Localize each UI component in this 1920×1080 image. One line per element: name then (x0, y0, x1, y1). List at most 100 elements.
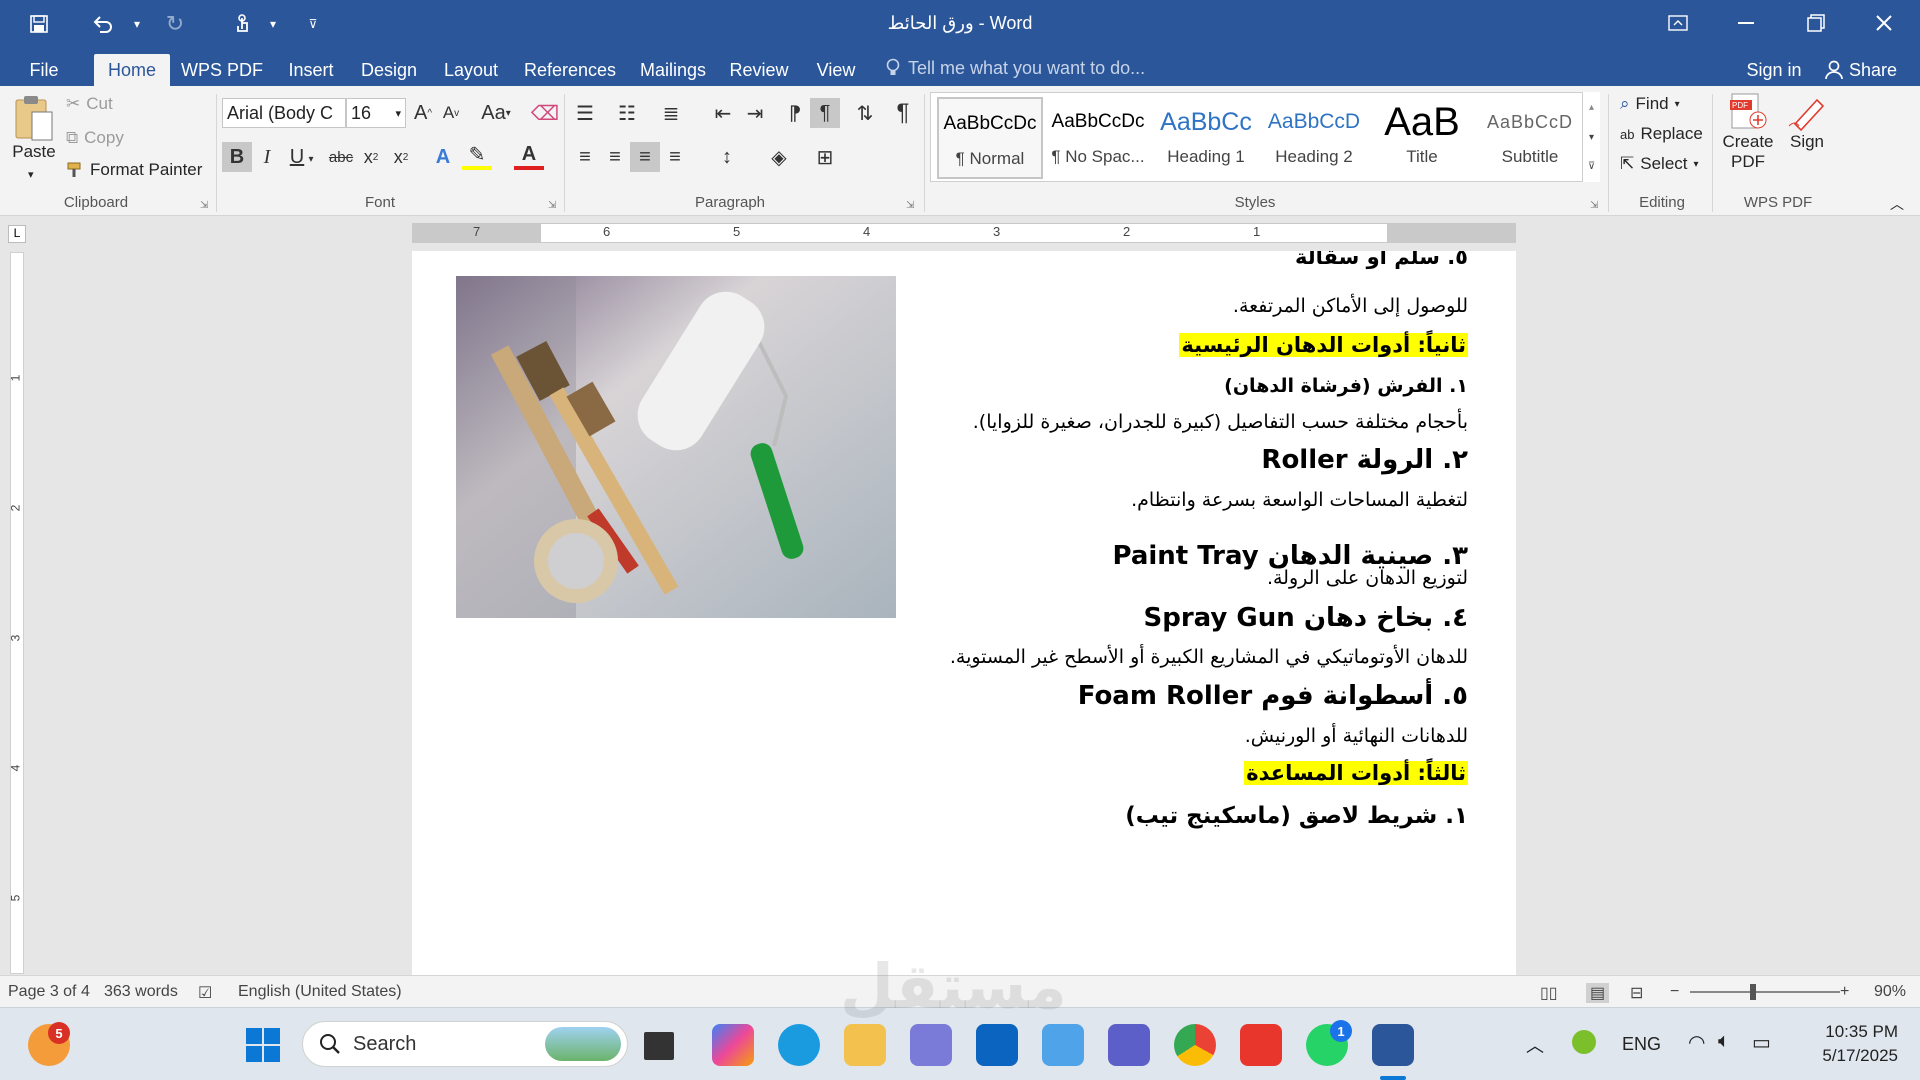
style-heading-1[interactable]: AaBbCc Heading 1 (1153, 97, 1259, 179)
file-explorer-icon[interactable] (844, 1024, 886, 1066)
clock-time[interactable]: 10:35 PM (1812, 1022, 1898, 1042)
volume-icon[interactable]: 🔈︎ (1718, 1030, 1730, 1053)
zoom-slider[interactable] (1690, 991, 1840, 993)
tab-review[interactable]: Review (726, 54, 792, 86)
format-painter-button[interactable]: Format Painter (66, 160, 202, 180)
input-language[interactable]: ENG (1622, 1034, 1661, 1055)
customize-quick-access-icon[interactable]: ⊽ (296, 8, 330, 40)
proofing-icon[interactable]: ☑ (198, 983, 212, 1003)
read-mode-icon[interactable]: ▯▯ (1540, 983, 1558, 1003)
style-normal[interactable]: AaBbCcDc ¶ Normal (937, 97, 1043, 179)
clipboard-launcher-icon[interactable]: ⇲ (200, 200, 208, 211)
align-left-icon[interactable]: ≡ (570, 142, 600, 172)
tab-view[interactable]: View (806, 54, 866, 86)
cut-button[interactable]: ✂ Cut (66, 94, 113, 114)
highlight-color-icon[interactable]: ✎ (462, 142, 492, 170)
change-case-button[interactable]: Aa ▾ (476, 98, 516, 128)
justify-icon[interactable]: ≡ (660, 142, 690, 172)
word-icon[interactable] (1372, 1024, 1414, 1066)
teams-icon[interactable] (1108, 1024, 1150, 1066)
styles-launcher-icon[interactable]: ⇲ (1590, 200, 1598, 211)
close-icon[interactable] (1850, 0, 1918, 46)
zoom-out-icon[interactable]: − (1670, 983, 1679, 1001)
tab-home[interactable]: Home (94, 54, 170, 86)
touch-dropdown-icon[interactable]: ▾ (256, 8, 290, 40)
tab-references[interactable]: References (518, 54, 622, 86)
zoom-level[interactable]: 90% (1874, 983, 1906, 1001)
tab-insert[interactable]: Insert (278, 54, 344, 86)
replace-button[interactable]: ab Replace (1620, 124, 1703, 144)
taskbar-search[interactable]: Search (302, 1021, 628, 1067)
increase-indent-icon[interactable]: ⇥ (740, 98, 770, 128)
scroll-up-icon[interactable]: ▴ (1583, 92, 1600, 122)
tab-selector-icon[interactable]: L (8, 225, 26, 243)
language-indicator[interactable]: English (United States) (238, 983, 402, 1001)
show-formatting-marks-icon[interactable]: ¶ (888, 98, 918, 128)
horizontal-ruler[interactable]: 7 6 5 4 3 2 1 (412, 223, 1516, 243)
share-button[interactable]: Share (1816, 54, 1906, 86)
rtl-direction-icon[interactable]: ¶ (810, 98, 840, 128)
tab-mailings[interactable]: Mailings (634, 54, 712, 86)
scroll-down-icon[interactable]: ▾ (1583, 122, 1600, 152)
save-icon[interactable] (22, 8, 56, 40)
bullets-icon[interactable]: ☰ (570, 98, 600, 128)
chrome-icon[interactable] (1174, 1024, 1216, 1066)
undo-dropdown-icon[interactable]: ▾ (120, 8, 154, 40)
minimize-icon[interactable] (1712, 0, 1780, 46)
create-pdf-button[interactable]: PDF Create PDF (1718, 92, 1778, 172)
restore-icon[interactable] (1782, 0, 1850, 46)
clear-formatting-icon[interactable]: ⌫ (530, 98, 560, 128)
redo-icon[interactable]: ↻ (158, 8, 192, 40)
italic-icon[interactable]: I (252, 142, 282, 172)
tab-wps-pdf[interactable]: WPS PDF (180, 54, 264, 86)
font-name-box[interactable]: Arial (Body C (222, 98, 346, 128)
text-effects-icon[interactable]: A (428, 142, 458, 172)
battery-icon[interactable]: ▭ (1752, 1030, 1771, 1055)
font-launcher-icon[interactable]: ⇲ (548, 200, 556, 211)
strikethrough-icon[interactable]: abc (326, 142, 356, 172)
snipping-tool-icon[interactable] (1042, 1024, 1084, 1066)
tell-me-search[interactable]: Tell me what you want to do... (886, 54, 1145, 82)
web-layout-icon[interactable]: ⊟ (1630, 983, 1643, 1003)
borders-icon[interactable]: ⊞ (810, 142, 840, 172)
line-spacing-icon[interactable]: ↕ (712, 142, 742, 172)
styles-scroll[interactable]: ▴ ▾ ⊽ (1582, 92, 1600, 182)
page-count[interactable]: Page 3 of 4 (8, 983, 90, 1001)
clock-date[interactable]: 5/17/2025 (1806, 1046, 1898, 1066)
decrease-indent-icon[interactable]: ⇤ (708, 98, 738, 128)
sign-in-link[interactable]: Sign in (1732, 54, 1816, 86)
zoom-slider-thumb[interactable] (1750, 984, 1756, 1000)
multilevel-list-icon[interactable]: ≣ (656, 98, 686, 128)
style-title[interactable]: AaB Title (1369, 97, 1475, 179)
security-tray-icon[interactable] (1572, 1030, 1596, 1054)
zoom-in-icon[interactable]: + (1840, 983, 1849, 1001)
style-subtitle[interactable]: AaBbCcD Subtitle (1477, 97, 1583, 179)
microsoft-store-icon[interactable] (910, 1024, 952, 1066)
underline-dropdown-icon[interactable]: ▾ (304, 144, 318, 174)
sign-button[interactable]: Sign (1782, 92, 1832, 152)
tab-layout[interactable]: Layout (436, 54, 506, 86)
task-view-icon[interactable] (644, 1032, 674, 1060)
align-center-icon[interactable]: ≡ (600, 142, 630, 172)
shrink-font-icon[interactable]: Av (436, 98, 466, 128)
paste-dropdown-icon[interactable]: ▾ (28, 168, 34, 181)
style-heading-2[interactable]: AaBbCcD Heading 2 (1261, 97, 1367, 179)
wps-office-icon[interactable] (1240, 1024, 1282, 1066)
document-page[interactable]: ٥. سلم أو سقالة للوصول إلى الأماكن المرت… (412, 251, 1516, 975)
align-right-icon[interactable]: ≡ (630, 142, 660, 172)
subscript-icon[interactable]: x2 (356, 142, 386, 172)
bold-icon[interactable]: B (222, 142, 252, 172)
find-button[interactable]: ⌕ Find ▾ (1620, 94, 1680, 114)
outlook-icon[interactable] (976, 1024, 1018, 1066)
shading-icon[interactable]: ◈ (764, 142, 794, 172)
word-count[interactable]: 363 words (104, 983, 178, 1001)
font-color-icon[interactable]: A (514, 142, 544, 170)
collapse-ribbon-icon[interactable]: ︿ (1890, 194, 1904, 214)
font-size-dropdown-icon[interactable]: ▾ (395, 107, 401, 120)
select-button[interactable]: ⇱ Select ▾ (1620, 154, 1699, 174)
start-icon[interactable] (242, 1024, 284, 1066)
paste-label[interactable]: Paste (10, 142, 58, 162)
copilot-icon[interactable] (712, 1024, 754, 1066)
ltr-direction-icon[interactable]: ⁋ (780, 98, 810, 128)
tab-file[interactable]: File (20, 54, 68, 86)
